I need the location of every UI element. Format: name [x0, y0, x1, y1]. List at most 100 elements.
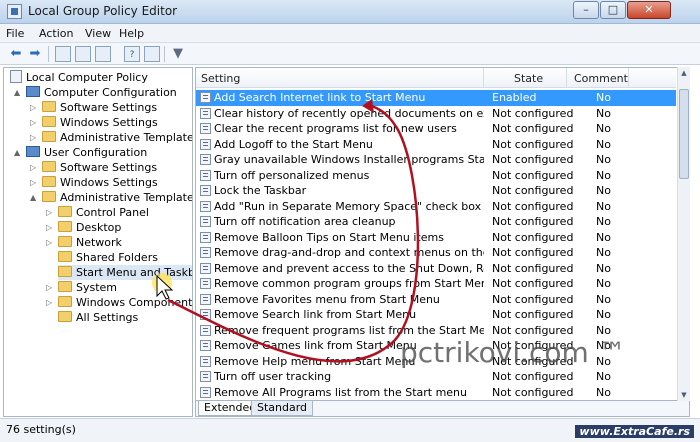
tree-node-label: Windows Settings [60, 116, 158, 129]
vertical-scrollbar[interactable]: ▲ ▼ [677, 67, 690, 401]
tree-node-windows-components[interactable]: ▷ Windows Components [46, 295, 193, 310]
setting-name: Add Search Internet link to Start Menu [214, 91, 426, 104]
tree-node-label: Windows Components [76, 296, 193, 309]
settings-row[interactable]: Add "Run in Separate Memory Space" check… [196, 199, 676, 215]
column-setting[interactable]: Setting [201, 72, 240, 85]
maximize-button[interactable]: □ [600, 1, 626, 19]
expand-arrow-icon[interactable]: ▷ [30, 175, 40, 190]
expand-arrow-icon[interactable]: ▷ [46, 295, 56, 310]
column-divider[interactable] [628, 68, 629, 88]
tree-node-desktop[interactable]: ▷ Desktop [46, 220, 121, 235]
up-folder-icon[interactable] [55, 46, 71, 62]
tree-node-administrative-templates[interactable]: ▷ Administrative Templates [30, 130, 192, 145]
settings-row[interactable]: Remove Balloon Tips on Start Menu items N… [196, 230, 676, 246]
settings-row[interactable]: Turn off personalized menus Not configure… [196, 168, 676, 184]
tree-node-start-menu-and-taskbar[interactable]: Start Menu and Taskbar [58, 265, 192, 280]
settings-row[interactable]: Clear the recent programs list for new u… [196, 121, 676, 137]
tree-node-system[interactable]: ▷ System [46, 280, 118, 295]
policy-setting-icon [200, 355, 211, 367]
settings-row[interactable]: Remove and prevent access to the Shut Do… [196, 261, 676, 277]
toolbar-separator [48, 46, 49, 62]
expand-arrow-icon[interactable]: ▷ [46, 280, 56, 295]
settings-row[interactable]: Add Logoff to the Start Menu Not configur… [196, 137, 676, 153]
setting-name: Clear the recent programs list for new u… [214, 122, 457, 135]
column-comment[interactable]: Comment [574, 72, 628, 85]
column-divider[interactable] [566, 68, 567, 88]
settings-row[interactable]: Clear history of recently opened documen… [196, 106, 676, 122]
settings-row[interactable]: Remove drag-and-drop and context menus o… [196, 245, 676, 261]
expand-arrow-icon[interactable]: ▷ [30, 115, 40, 130]
policy-setting-icon [200, 169, 211, 181]
filter-icon[interactable]: ▼ [170, 46, 186, 62]
setting-name: Remove All Programs list from the Start … [214, 385, 467, 399]
collapse-arrow-icon[interactable]: ▲ [30, 190, 40, 205]
tree-node-label: System [76, 281, 118, 294]
settings-row[interactable]: Remove All Programs list from the Start … [196, 385, 676, 401]
expand-arrow-icon[interactable]: ▷ [46, 220, 56, 235]
tree-node-shared-folders[interactable]: Shared Folders [58, 250, 158, 265]
tree-node-label: User Configuration [44, 146, 148, 159]
setting-state: Not configured [492, 261, 574, 275]
expand-arrow-icon[interactable]: ▷ [46, 205, 56, 220]
tree-node-user-configuration[interactable]: ▲ User Configuration [14, 145, 148, 160]
tree-node-all-settings[interactable]: All Settings [58, 310, 138, 325]
help-icon[interactable]: ? [124, 46, 140, 62]
policy-setting-icon [200, 293, 211, 305]
settings-row[interactable]: Gray unavailable Windows Installer progr… [196, 152, 676, 168]
tree-node-network[interactable]: ▷ Network [46, 235, 122, 250]
settings-row[interactable]: Remove Favorites menu from Start Menu Not… [196, 292, 676, 308]
scroll-down-icon[interactable]: ▼ [679, 391, 689, 399]
settings-row[interactable]: Turn off user tracking Not configured No [196, 369, 676, 385]
tree-node-local-computer-policy[interactable]: Local Computer Policy [10, 70, 148, 85]
column-state[interactable]: State [514, 72, 543, 85]
collapse-arrow-icon[interactable]: ▲ [14, 85, 24, 100]
menu-help[interactable]: Help [119, 27, 144, 40]
menu-file[interactable]: File [6, 27, 24, 40]
minimize-button[interactable]: – [573, 1, 599, 19]
policy-setting-icon [200, 231, 211, 243]
setting-comment: No [596, 246, 611, 259]
tree-node-windows-settings[interactable]: ▷ Windows Settings [30, 115, 158, 130]
tree-node-windows-settings[interactable]: ▷ Windows Settings [30, 175, 158, 190]
policy-setting-icon [200, 123, 211, 134]
tree-node-label: Shared Folders [76, 251, 158, 264]
setting-name: Gray unavailable Windows Installer progr… [214, 153, 484, 166]
tree-node-software-settings[interactable]: ▷ Software Settings [30, 160, 158, 175]
collapse-arrow-icon[interactable]: ▲ [14, 145, 24, 160]
settings-row[interactable]: Remove common program groups from Start … [196, 276, 676, 292]
expand-arrow-icon[interactable]: ▷ [30, 100, 40, 115]
back-arrow-icon[interactable]: ⬅ [8, 46, 24, 62]
menu-view[interactable]: View [85, 27, 111, 40]
setting-state: Not configured [492, 215, 574, 228]
setting-comment: No [596, 91, 611, 104]
expand-arrow-icon[interactable]: ▷ [30, 130, 40, 145]
policy-setting-icon [200, 386, 211, 398]
export-list-icon[interactable] [95, 46, 111, 62]
tab-standard[interactable]: Standard [251, 401, 314, 416]
tree-node-label: Software Settings [60, 161, 158, 174]
settings-row[interactable]: Add Search Internet link to Start Menu En… [196, 90, 676, 106]
tree-node-software-settings[interactable]: ▷ Software Settings [30, 100, 157, 115]
column-divider[interactable] [483, 68, 484, 88]
tree-node-label: Computer Configuration [44, 86, 177, 99]
scrollbar-thumb[interactable] [679, 89, 689, 179]
setting-state: Not configured [492, 277, 574, 290]
scroll-up-icon[interactable]: ▲ [679, 69, 689, 77]
forward-arrow-icon[interactable]: ➡ [27, 46, 43, 62]
expand-arrow-icon[interactable]: ▷ [46, 235, 56, 250]
setting-state: Not configured [492, 106, 574, 120]
folder-icon [58, 311, 72, 322]
expand-arrow-icon[interactable]: ▷ [30, 160, 40, 175]
settings-row[interactable]: Lock the Taskbar Not configured No [196, 183, 676, 199]
folder-icon [58, 251, 72, 262]
show-hide-tree-icon[interactable] [75, 46, 91, 62]
properties-icon[interactable] [144, 46, 160, 62]
tree-node-administrative-templates[interactable]: ▲ Administrative Templates [30, 190, 192, 205]
tree-node-computer-configuration[interactable]: ▲ Computer Configuration [14, 85, 177, 100]
settings-row[interactable]: Turn off notification area cleanup Not co… [196, 214, 676, 230]
settings-row[interactable]: Remove Search link from Start Menu Not co… [196, 307, 676, 323]
tree-node-control-panel[interactable]: ▷ Control Panel [46, 205, 149, 220]
close-button[interactable]: ✕ [627, 1, 671, 19]
menu-action[interactable]: Action [39, 27, 73, 40]
policy-setting-icon [200, 309, 211, 320]
